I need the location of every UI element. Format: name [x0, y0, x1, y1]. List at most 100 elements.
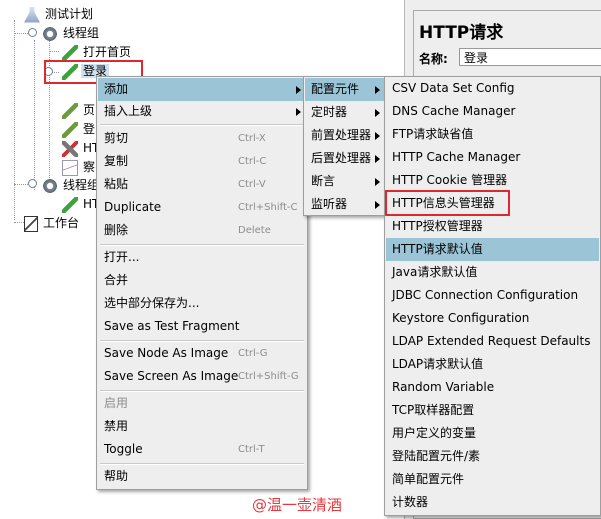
- menu-item-label: 禁用: [104, 419, 129, 433]
- menu-item-label: 帮助: [104, 469, 129, 483]
- sampler-icon: [62, 196, 78, 213]
- menu-item-save-screen-image[interactable]: Save Screen As Image Ctrl+Shift-G: [98, 365, 306, 388]
- menu-item-label: 复制: [104, 154, 129, 168]
- menu-item-open[interactable]: 打开...: [98, 246, 306, 269]
- tree-node-thread-group-1[interactable]: 线程组: [42, 24, 101, 42]
- menu-item-label: 定时器: [311, 105, 348, 119]
- menu-item-assertion[interactable]: 断言: [305, 170, 385, 193]
- menu-item-counter[interactable]: 计数器: [386, 491, 599, 514]
- menu-item-label: CSV Data Set Config: [392, 81, 515, 95]
- menu-item-paste[interactable]: 粘贴 Ctrl-V: [98, 173, 306, 196]
- tree-node-label: 登: [83, 122, 96, 136]
- tree-node-label: 线程组: [63, 26, 100, 40]
- submenu-arrow-icon: [375, 109, 380, 117]
- menu-item-add[interactable]: 添加: [98, 78, 306, 101]
- menu-item-ldap-defaults[interactable]: LDAP请求默认值: [386, 353, 599, 376]
- menu-item-label: 断言: [311, 174, 336, 188]
- menu-item-simple-config[interactable]: 简单配置元件: [386, 468, 599, 491]
- menu-item-ftp-defaults[interactable]: FTP请求缺省值: [386, 123, 599, 146]
- menu-item-label: 粘贴: [104, 177, 129, 191]
- menu-item-http-request-defaults[interactable]: HTTP请求默认值: [386, 238, 599, 261]
- menu-item-shortcut: Ctrl-X: [238, 133, 266, 144]
- menu-item-ldap-extended[interactable]: LDAP Extended Request Defaults: [386, 330, 599, 353]
- menu-item-label: TCP取样器配置: [392, 403, 475, 417]
- menu-item-label: FTP请求缺省值: [392, 127, 474, 141]
- menu-item-toggle[interactable]: Toggle Ctrl-T: [98, 438, 306, 461]
- menu-item-http-auth[interactable]: HTTP授权管理器: [386, 215, 599, 238]
- menu-item-cut[interactable]: 剪切 Ctrl-X: [98, 127, 306, 150]
- menu-item-label: Save as Test Fragment: [104, 319, 240, 333]
- menu-item-disable[interactable]: 禁用: [98, 415, 306, 438]
- menu-item-http-cookie[interactable]: HTTP Cookie 管理器: [386, 169, 599, 192]
- submenu-arrow-icon: [296, 86, 301, 94]
- tree-node-page[interactable]: 页: [62, 101, 97, 119]
- tree-node-thread-group-2[interactable]: 线程组: [42, 176, 101, 194]
- menu-item-insert-parent[interactable]: 插入上级: [98, 100, 306, 123]
- menu-item-enable[interactable]: 启用: [98, 392, 306, 415]
- tree-node-view[interactable]: 察: [62, 158, 97, 176]
- sampler-icon: [62, 121, 78, 138]
- menu-item-pre-processor[interactable]: 前置处理器: [305, 124, 385, 147]
- submenu-arrow-icon: [375, 155, 380, 163]
- menu-item-shortcut: Ctrl+Shift-G: [238, 371, 299, 382]
- menu-item-label: HTTP Cache Manager: [392, 150, 521, 164]
- menu-item-label: 登陆配置元件/素: [392, 449, 481, 463]
- menu-item-help[interactable]: 帮助: [98, 465, 306, 488]
- menu-item-jdbc-connection[interactable]: JDBC Connection Configuration: [386, 284, 599, 307]
- menu-item-label: HTTP请求默认值: [392, 242, 483, 256]
- menu-item-config-element[interactable]: 配置元件: [305, 78, 385, 101]
- config-tool-icon: [62, 140, 78, 157]
- context-menu: 添加 插入上级 剪切 Ctrl-X 复制 Ctrl-C 粘贴 Ctrl-V Du…: [96, 76, 308, 490]
- menu-item-label: 插入上级: [104, 104, 153, 118]
- menu-item-http-cache[interactable]: HTTP Cache Manager: [386, 146, 599, 169]
- tree-node-test-plan[interactable]: 测试计划: [24, 5, 95, 23]
- menu-item-shortcut: Ctrl-G: [238, 348, 268, 359]
- menu-item-dns-cache[interactable]: DNS Cache Manager: [386, 100, 599, 123]
- tree-node-workbench[interactable]: 工作台: [24, 214, 81, 232]
- menu-item-label: JDBC Connection Configuration: [392, 288, 579, 302]
- menu-item-csv-data-set[interactable]: CSV Data Set Config: [386, 77, 599, 100]
- menu-item-delete[interactable]: 删除 Delete: [98, 219, 306, 242]
- listener-graph-icon: [62, 159, 78, 176]
- menu-item-label: 用户定义的变量: [392, 426, 477, 440]
- menu-separator: [100, 124, 304, 126]
- menu-item-label: Random Variable: [392, 380, 495, 394]
- submenu-arrow-icon: [375, 132, 380, 140]
- menu-item-save-node-image[interactable]: Save Node As Image Ctrl-G: [98, 342, 306, 365]
- menu-item-copy[interactable]: 复制 Ctrl-C: [98, 150, 306, 173]
- menu-item-timer[interactable]: 定时器: [305, 101, 385, 124]
- menu-item-label: HTTP授权管理器: [392, 219, 483, 233]
- submenu-arrow-icon: [375, 201, 380, 209]
- menu-item-label: Keystore Configuration: [392, 311, 530, 325]
- thread-group-icon: [42, 25, 58, 42]
- menu-item-label: LDAP Extended Request Defaults: [392, 334, 591, 348]
- menu-item-post-processor[interactable]: 后置处理器: [305, 147, 385, 170]
- menu-item-label: Toggle: [104, 442, 143, 456]
- menu-item-listener[interactable]: 监听器: [305, 193, 385, 216]
- menu-item-java-defaults[interactable]: Java请求默认值: [386, 261, 599, 284]
- tree-node-label: 察: [83, 160, 96, 174]
- menu-item-random-variable[interactable]: Random Variable: [386, 376, 599, 399]
- menu-item-tcp-sampler-config[interactable]: TCP取样器配置: [386, 399, 599, 422]
- menu-item-label: 删除: [104, 223, 129, 237]
- tree-expander[interactable]: [28, 28, 37, 37]
- menu-item-label: 配置元件: [311, 82, 360, 96]
- tree-node-login-2[interactable]: 登: [62, 120, 97, 138]
- menu-item-label: 启用: [104, 396, 129, 410]
- menu-item-save-fragment[interactable]: Save as Test Fragment: [98, 315, 306, 338]
- menu-item-save-selection[interactable]: 选中部分保存为...: [98, 292, 306, 315]
- menu-item-login-config[interactable]: 登陆配置元件/素: [386, 445, 599, 468]
- menu-item-merge[interactable]: 合并: [98, 269, 306, 292]
- tree-node-open-home[interactable]: 打开首页: [62, 43, 133, 61]
- menu-item-label: Duplicate: [104, 200, 162, 214]
- menu-item-shortcut: Ctrl-C: [238, 156, 267, 167]
- menu-item-keystore[interactable]: Keystore Configuration: [386, 307, 599, 330]
- menu-item-label: HTTP Cookie 管理器: [392, 173, 508, 187]
- name-field[interactable]: 登录: [459, 48, 601, 66]
- menu-item-label: 剪切: [104, 131, 129, 145]
- menu-item-label: 合并: [104, 273, 129, 287]
- menu-item-shortcut: Delete: [238, 225, 271, 236]
- menu-item-duplicate[interactable]: Duplicate Ctrl+Shift-C: [98, 196, 306, 219]
- menu-item-user-variables[interactable]: 用户定义的变量: [386, 422, 599, 445]
- tree-expander[interactable]: [28, 179, 37, 188]
